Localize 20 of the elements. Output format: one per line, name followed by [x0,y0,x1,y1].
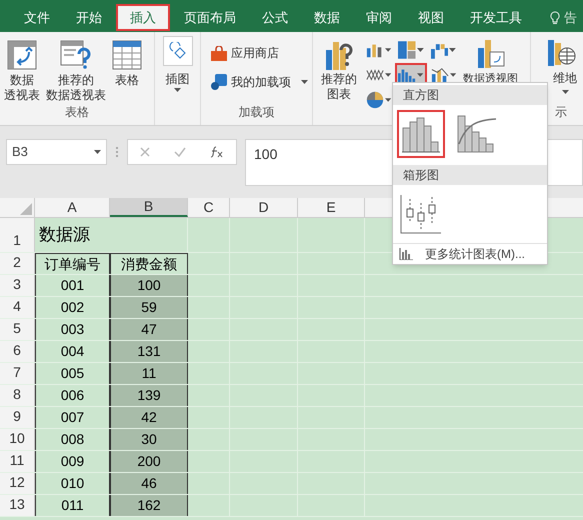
table-cell: 139 [110,385,188,406]
table-cell: 订单编号 [35,253,110,274]
sheet-title: 数据源 [39,224,90,246]
group-label: 表格 [64,104,90,121]
table-cell: 162 [110,495,188,516]
table-cell: 100 [110,275,188,296]
table-cell: 200 [110,451,188,472]
table-cell: 47 [110,319,188,340]
group-label: 示 [555,104,567,121]
table-cell: 11 [110,363,188,384]
table-cell: 46 [110,473,188,494]
table-cell: 30 [110,429,188,450]
menu-section-header: 箱形图 [393,165,547,185]
table-cell: 59 [110,297,188,318]
table-cell: 消费金额 [110,253,188,274]
tell-me-text: 告 [564,9,577,28]
table-cell: 42 [110,407,188,428]
table-cell: 131 [110,341,188,362]
menu-section-header: 直方图 [393,85,547,105]
group-label: 加载项 [238,104,276,121]
